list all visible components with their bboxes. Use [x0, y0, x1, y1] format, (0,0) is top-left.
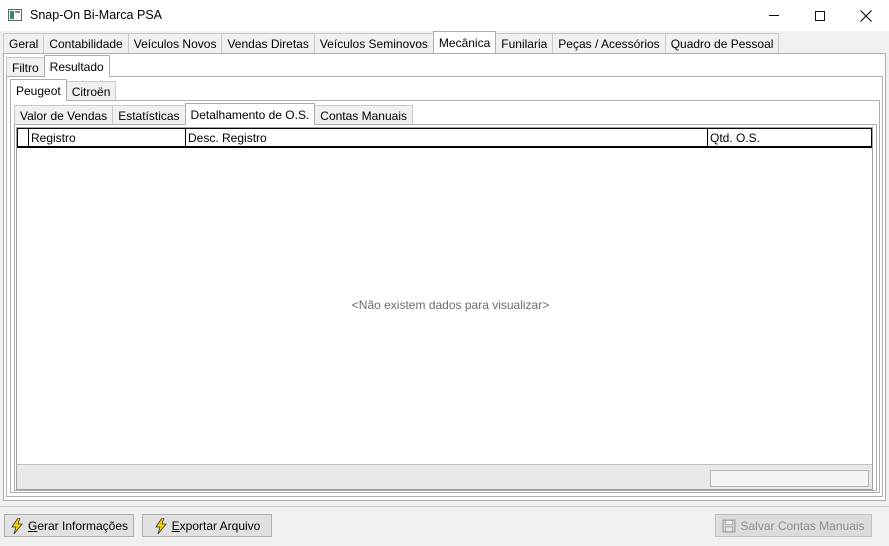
tab-label: Detalhamento de O.S. [190, 107, 310, 122]
lightning-icon [154, 517, 167, 534]
close-button[interactable] [843, 0, 889, 31]
brand-tab-bar: Peugeot Citroën [10, 79, 117, 101]
tab-label: Filtro [12, 60, 39, 75]
window-title: Snap-On Bi-Marca PSA [30, 8, 162, 22]
tab-label: Contas Manuais [320, 108, 407, 123]
tab-label: Mecânica [438, 35, 491, 50]
tab-label: Peças / Acessórios [558, 36, 660, 51]
tab-label: Peugeot [16, 83, 61, 98]
column-header-desc-registro[interactable]: Desc. Registro [186, 129, 708, 146]
grid-header: Registro Desc. Registro Qtd. O.S. [17, 128, 872, 148]
tab-valor-de-vendas[interactable]: Valor de Vendas [14, 105, 114, 125]
tab-peugeot[interactable]: Peugeot [10, 79, 67, 101]
grid-footer [17, 464, 872, 489]
tab-geral[interactable]: Geral [3, 33, 45, 53]
minimize-icon [769, 15, 779, 16]
column-label: Registro [31, 130, 76, 145]
tab-resultado[interactable]: Resultado [43, 55, 110, 77]
data-grid[interactable]: Registro Desc. Registro Qtd. O.S. <Não e… [16, 127, 873, 490]
tab-mecanica[interactable]: Mecânica [432, 31, 497, 53]
column-header-qtd-os[interactable]: Qtd. O.S. [708, 129, 872, 146]
empty-message: <Não existem dados para visualizar> [351, 298, 550, 312]
save-manual-accounts-label: Salvar Contas Manuais [740, 518, 865, 533]
title-bar: Snap-On Bi-Marca PSA [0, 0, 889, 31]
column-label: Desc. Registro [188, 130, 267, 145]
label-rest: xportar Arquivo [179, 518, 261, 533]
mnemonic-letter: E [171, 518, 180, 533]
export-file-button[interactable]: Exportar Arquivo [142, 514, 272, 537]
generate-info-button[interactable]: Gerar Informações [4, 514, 134, 537]
lightning-icon [11, 517, 23, 534]
save-icon [722, 519, 736, 532]
tab-citroen[interactable]: Citroën [65, 81, 117, 101]
tab-label: Estatísticas [118, 108, 180, 123]
tab-vendas-diretas[interactable]: Vendas Diretas [221, 33, 315, 53]
tab-quadro-de-pessoal[interactable]: Quadro de Pessoal [664, 33, 780, 53]
main-tab-bar: Geral Contabilidade Veículos Novos Venda… [3, 31, 780, 53]
tab-label: Quadro de Pessoal [670, 36, 774, 51]
tab-label: Vendas Diretas [227, 36, 309, 51]
tab-detalhamento-os[interactable]: Detalhamento de O.S. [184, 103, 316, 125]
maximize-button[interactable] [797, 0, 843, 31]
tab-contas-manuais[interactable]: Contas Manuais [314, 105, 413, 125]
report-tab-bar: Valor de Vendas Estatísticas Detalhament… [14, 103, 413, 125]
close-icon [860, 9, 872, 22]
maximize-icon [815, 10, 825, 21]
tab-label: Veículos Novos [133, 36, 217, 51]
sub-tab-bar: Filtro Resultado [6, 55, 110, 77]
tab-label: Veículos Seminovos [319, 36, 428, 51]
tab-estatisticas[interactable]: Estatísticas [112, 105, 186, 125]
tab-label: Funilaria [501, 36, 548, 51]
tab-pecas-acessorios[interactable]: Peças / Acessórios [552, 33, 666, 53]
tab-label: Resultado [49, 59, 104, 74]
column-header-registro[interactable]: Registro [29, 129, 186, 146]
mnemonic-letter: G [27, 518, 38, 533]
tab-filtro[interactable]: Filtro [6, 57, 45, 77]
tab-veiculos-novos[interactable]: Veículos Novos [127, 33, 223, 53]
generate-info-label: Gerar Informações [28, 519, 128, 533]
save-manual-accounts-button[interactable]: Salvar Contas Manuais [715, 514, 872, 537]
export-file-label: Exportar Arquivo [172, 519, 261, 533]
tab-contabilidade[interactable]: Contabilidade [43, 33, 129, 53]
bottom-bar: Gerar Informações Exportar Arquivo Salva… [0, 506, 889, 546]
app-icon [8, 9, 22, 21]
minimize-button[interactable] [751, 0, 797, 31]
tab-label: Contabilidade [49, 36, 123, 51]
tab-label: Geral [9, 36, 39, 51]
tab-label: Valor de Vendas [20, 108, 108, 123]
label-rest: erar Informações [37, 518, 129, 533]
column-label: Qtd. O.S. [710, 130, 761, 145]
tab-funilaria[interactable]: Funilaria [495, 33, 554, 53]
footer-summary-box [710, 470, 869, 487]
tab-label: Citroën [71, 84, 111, 99]
grid-row-indicator [17, 129, 29, 146]
tab-veiculos-seminovos[interactable]: Veículos Seminovos [313, 33, 434, 53]
